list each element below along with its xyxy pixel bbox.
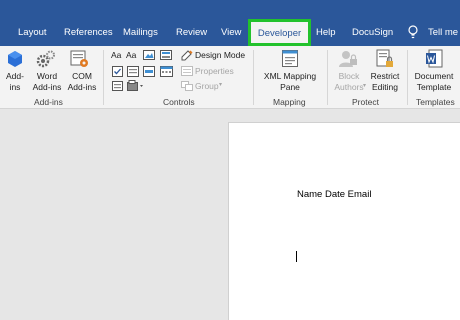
group-label-protect: Protect [352,97,379,107]
xml-mapping-label-2: Pane [280,82,300,92]
group-label-mapping: Mapping [273,97,306,107]
group-separator [253,50,254,105]
com-add-ins-button[interactable]: COM Add-ins [66,71,98,93]
group-separator [327,50,328,105]
building-block-icon[interactable] [160,50,172,60]
restrict-editing-icon [376,49,393,67]
add-ins-button[interactable]: Add- ins [3,71,27,93]
restrict-editing-label-1: Restrict [370,71,400,81]
drop-down-list-icon[interactable] [143,66,155,77]
gear-icon [36,50,55,68]
properties-icon [181,66,193,76]
xml-mapping-label-1: XML Mapping [263,71,317,81]
com-add-ins-icon [70,50,88,67]
group-separator [103,50,104,105]
tab-layout[interactable]: Layout [18,27,47,38]
restrict-editing-label-2: Editing [372,82,398,92]
add-ins-icon [8,51,22,67]
word-add-ins-label-2: Add-ins [32,82,62,92]
group-label-controls: Controls [163,97,195,107]
date-picker-icon[interactable] [160,66,173,77]
xml-mapping-icon [282,50,298,67]
checkbox-control-icon[interactable] [112,66,123,77]
repeating-section-icon[interactable] [112,81,123,91]
tab-docusign[interactable]: DocuSign [352,27,393,38]
document-template-label-2: Template [416,82,452,92]
com-add-ins-label-1: COM [72,71,92,81]
group-label-templates: Templates [416,97,455,107]
xml-mapping-pane-button[interactable]: XML Mapping Pane [258,71,322,93]
block-authors-label-1: Block [338,71,360,81]
tab-developer[interactable]: Developer [248,19,311,46]
tab-developer-label: Developer [257,28,302,39]
document-template-label-1: Document [414,71,454,81]
add-ins-label-1: Add- [6,71,24,81]
picture-control-icon[interactable] [143,50,155,60]
add-ins-label-2: ins [9,82,21,92]
restrict-editing-button[interactable]: Restrict Editing [368,71,402,93]
properties-button[interactable]: Properties [195,66,234,76]
ribbon-tab-bar: Layout References Mailings Review View D… [0,0,460,46]
rich-text-content-control[interactable]: Aa [111,50,121,60]
com-add-ins-label-2: Add-ins [67,82,97,92]
tab-references[interactable]: References [64,27,113,38]
document-page[interactable]: Name Date Email [228,122,460,320]
document-text[interactable]: Name Date Email [297,189,371,200]
block-authors-chevron-down-icon: ▾ [363,83,367,89]
plain-text-content-control[interactable]: Aa [126,50,136,60]
tell-me-search[interactable]: Tell me [428,27,458,38]
group-label-add-ins: Add-ins [34,97,63,107]
lightbulb-icon[interactable] [408,25,418,39]
combo-box-icon[interactable] [127,66,139,77]
design-mode-button[interactable]: Design Mode [195,50,245,60]
tab-view[interactable]: View [221,27,241,38]
word-add-ins-label-1: Word [36,71,58,81]
ribbon-developer: Add- ins Word Add-ins COM Add-ins Add-in… [0,46,460,109]
legacy-tools-icon[interactable] [127,80,144,91]
tab-review[interactable]: Review [176,27,207,38]
block-authors-icon [339,51,357,67]
tab-mailings[interactable]: Mailings [123,27,158,38]
tab-help[interactable]: Help [316,27,336,38]
group-icon [181,81,193,91]
design-mode-icon [181,50,193,61]
word-add-ins-button[interactable]: Word Add-ins [30,71,64,93]
group-button[interactable]: Group [195,81,219,91]
group-separator [407,50,408,105]
group-chevron-down-icon: ▾ [219,82,223,88]
document-template-button[interactable]: Document Template [411,71,457,93]
word-document-template-icon [426,49,443,68]
text-cursor [296,251,297,262]
